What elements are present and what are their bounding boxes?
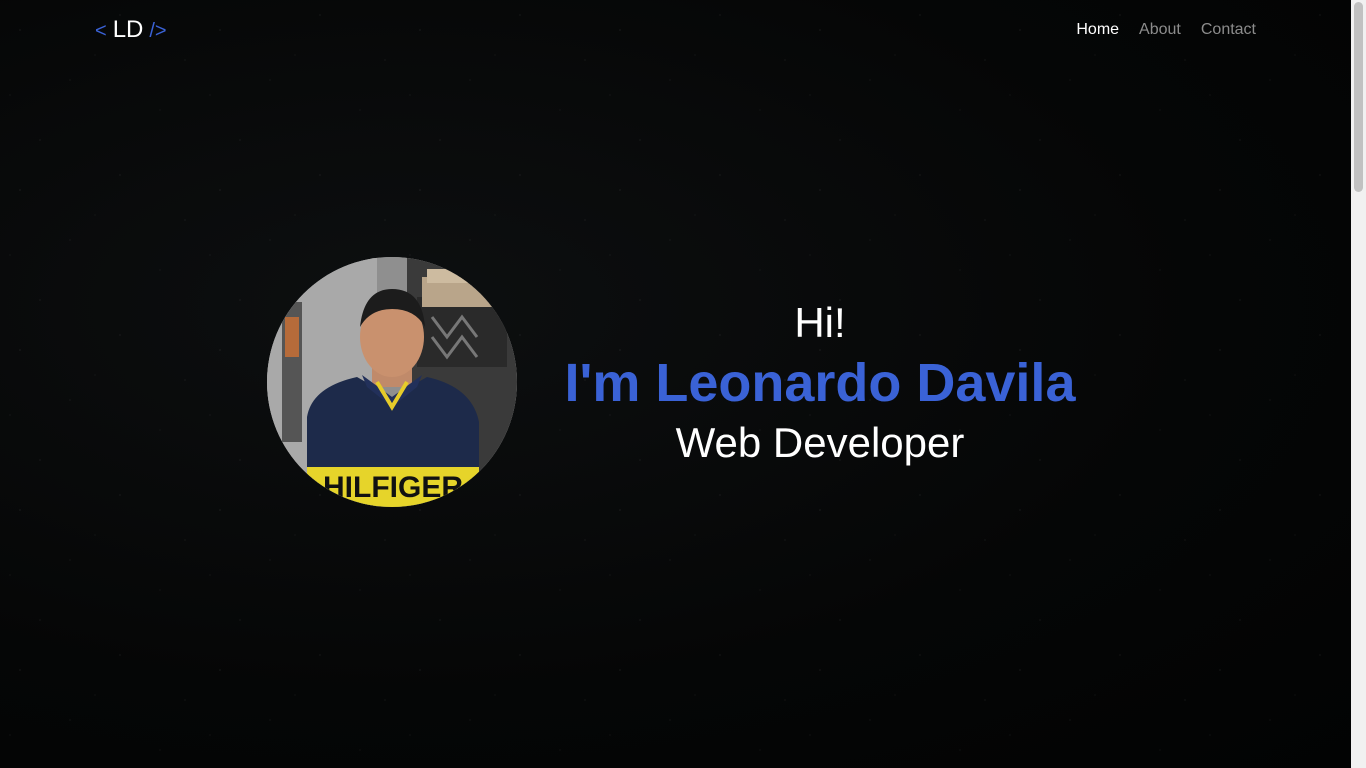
- nav-home-link[interactable]: Home: [1076, 20, 1119, 40]
- hero-name: I'm Leonardo Davila: [564, 353, 1076, 413]
- logo-initials: LD: [112, 16, 144, 43]
- site-logo[interactable]: < LD/>: [95, 16, 167, 45]
- scrollbar-thumb[interactable]: [1354, 2, 1363, 192]
- profile-photo: HILFIGER: [267, 257, 517, 507]
- logo-right-bracket: />: [149, 20, 167, 42]
- hero-greeting: Hi!: [794, 299, 846, 346]
- hero-text: Hi! I'm Leonardo Davila Web Developer: [540, 295, 1100, 471]
- shirt-text: HILFIGER: [323, 471, 463, 504]
- vertical-scrollbar[interactable]: [1351, 0, 1366, 768]
- profile-photo-illustration: HILFIGER: [267, 257, 517, 507]
- logo-left-bracket: <: [95, 20, 107, 42]
- main-nav: Home About Contact: [1076, 20, 1256, 40]
- hero-role: Web Developer: [675, 419, 965, 466]
- nav-contact-link[interactable]: Contact: [1201, 20, 1256, 40]
- page: < LD/> Home About Contact HILFIGER Hi! I…: [0, 0, 1351, 768]
- nav-about-link[interactable]: About: [1139, 20, 1181, 40]
